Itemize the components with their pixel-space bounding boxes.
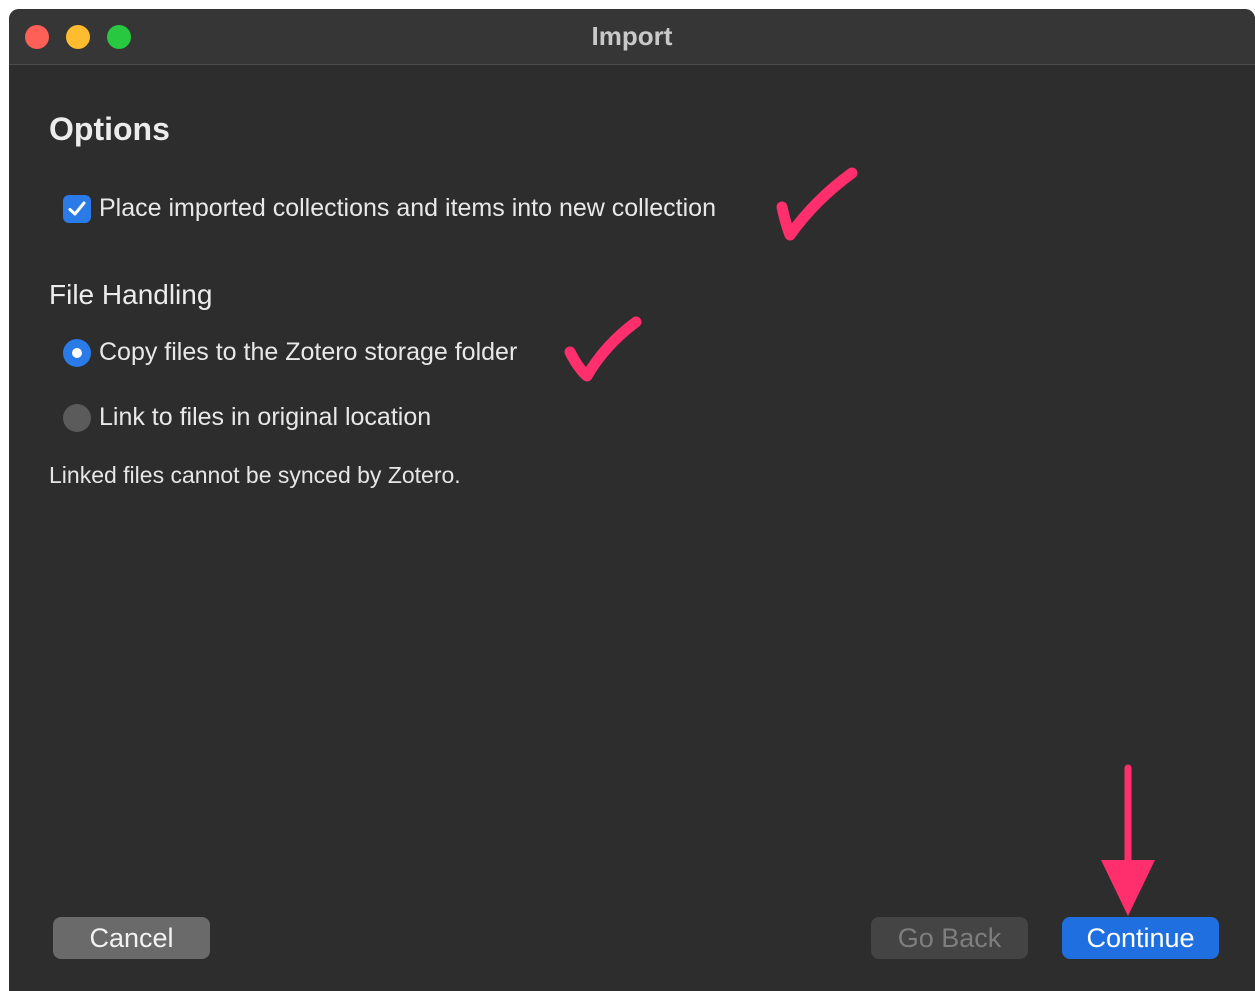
options-heading: Options xyxy=(49,111,170,147)
continue-button[interactable]: Continue xyxy=(1062,917,1219,959)
link-files-radio[interactable] xyxy=(63,403,91,432)
window-title: Import xyxy=(591,21,673,51)
new-collection-option[interactable]: Place imported collections and items int… xyxy=(63,194,716,223)
link-files-option[interactable]: Link to files in original location xyxy=(63,403,431,432)
file-handling-heading: File Handling xyxy=(49,279,213,310)
copy-files-label: Copy files to the Zotero storage folder xyxy=(99,338,518,366)
copy-files-radio[interactable] xyxy=(63,338,91,367)
title-bar: Import xyxy=(9,9,1255,65)
copy-files-option[interactable]: Copy files to the Zotero storage folder xyxy=(63,338,517,367)
go-back-button[interactable]: Go Back xyxy=(871,917,1028,959)
import-dialog: Import Options Place imported collection… xyxy=(9,9,1255,991)
cancel-button[interactable]: Cancel xyxy=(53,917,210,959)
new-collection-label: Place imported collections and items int… xyxy=(99,194,716,222)
link-files-label: Link to files in original location xyxy=(99,403,432,431)
linked-files-note: Linked files cannot be synced by Zotero. xyxy=(49,462,461,488)
checkmark-icon xyxy=(68,201,86,215)
new-collection-checkbox[interactable] xyxy=(63,194,91,223)
